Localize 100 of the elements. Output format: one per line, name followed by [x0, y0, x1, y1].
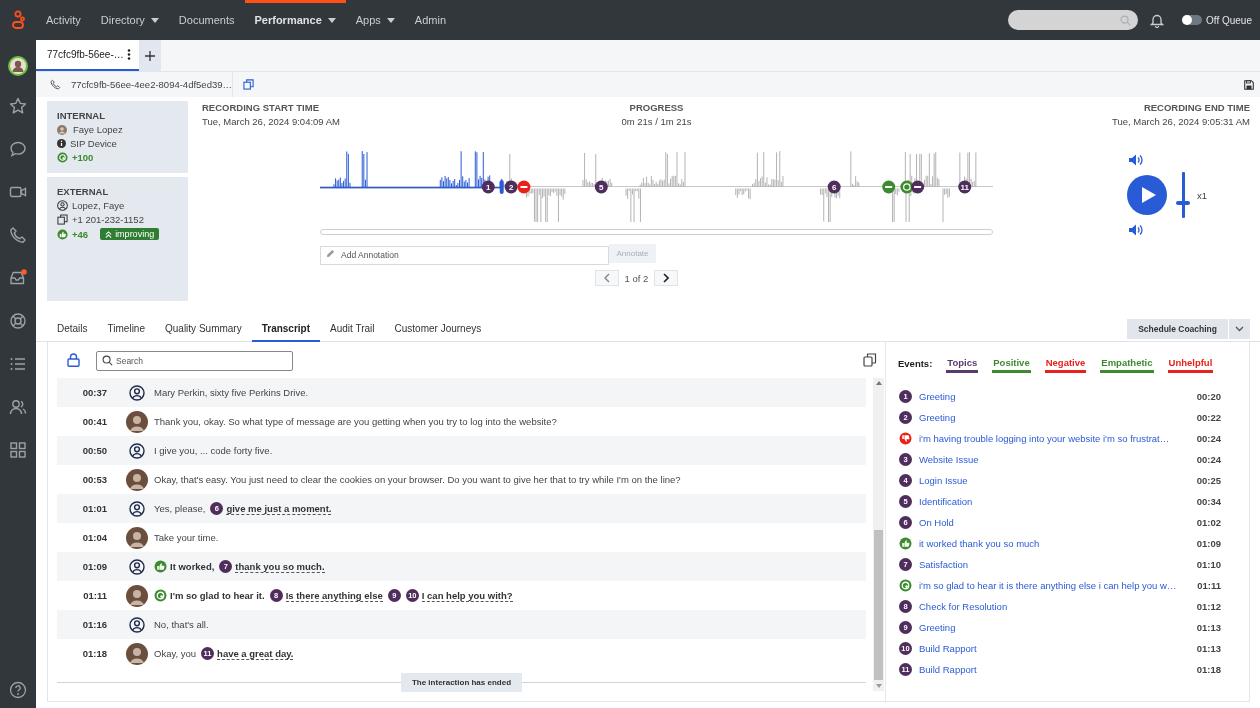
event-link[interactable]: Build Rapport — [919, 664, 977, 675]
nav-menu-item[interactable]: Apps — [345, 0, 405, 40]
scroll-down-icon[interactable] — [875, 684, 882, 688]
event-link[interactable]: Greeting — [919, 391, 956, 402]
inbox-icon[interactable] — [9, 268, 27, 287]
detail-tab[interactable]: Timeline — [97, 323, 155, 342]
chat-icon[interactable] — [9, 139, 27, 158]
play-button[interactable] — [1127, 175, 1167, 215]
slider-thumb[interactable] — [1176, 200, 1190, 205]
empathy-icon — [899, 579, 912, 592]
annotation-field[interactable]: Add Annotation — [320, 245, 609, 265]
utterance-text: Take your time. — [154, 532, 219, 543]
nav-menu-item[interactable]: Admin — [404, 0, 457, 40]
scroll-up-icon[interactable] — [875, 381, 882, 385]
copy-icon[interactable] — [863, 353, 877, 367]
transcript-search-field[interactable]: Search — [96, 351, 293, 371]
positive-marker-icon[interactable] — [882, 180, 896, 194]
copy-icon[interactable] — [243, 79, 254, 90]
event-link[interactable]: Check for Resolution — [919, 601, 1008, 612]
grouped-marker-icon[interactable] — [911, 180, 925, 194]
topic-phrase[interactable]: give me just a moment. — [226, 502, 332, 515]
negative-marker-icon[interactable] — [517, 180, 531, 194]
user-avatar[interactable] — [8, 56, 28, 76]
event-filter[interactable]: Empathetic — [1100, 352, 1154, 373]
event-link[interactable]: Greeting — [919, 622, 956, 633]
empathetic-phrase[interactable]: I'm so glad to hear it. — [170, 590, 265, 601]
phone-icon[interactable] — [9, 225, 27, 244]
save-icon[interactable] — [1244, 79, 1254, 90]
thumbs-up-icon — [57, 228, 68, 240]
caret-icon — [150, 17, 159, 23]
events-label: Events: — [898, 357, 933, 369]
playhead[interactable] — [499, 180, 504, 194]
notifications-bell-icon[interactable] — [1150, 12, 1165, 28]
search-field[interactable] — [1008, 10, 1139, 30]
timestamp: 00:41 — [81, 416, 107, 427]
event-link[interactable]: Greeting — [919, 412, 956, 423]
phone-icon — [50, 79, 61, 90]
caret-icon — [327, 17, 336, 23]
positive-phrase[interactable]: It worked, — [170, 561, 215, 572]
detail-tab[interactable]: Customer Journeys — [384, 323, 492, 342]
new-tab-button[interactable] — [139, 40, 161, 71]
people-icon[interactable] — [9, 397, 27, 416]
volume-icon[interactable] — [1129, 154, 1144, 166]
timestamp: 01:16 — [81, 619, 107, 630]
participant-heading: INTERNAL — [57, 110, 107, 121]
topic-phrase[interactable]: have a great day. — [217, 647, 294, 660]
apps-grid-icon[interactable] — [9, 440, 27, 459]
event-link[interactable]: Identification — [919, 496, 973, 507]
nav-menu-item[interactable]: Documents — [168, 0, 245, 40]
nav-menu-item[interactable]: Activity — [36, 0, 91, 40]
sentiment-score: +46 — [72, 228, 89, 240]
event-link[interactable]: Build Rapport — [919, 643, 977, 654]
help-icon[interactable] — [9, 681, 27, 699]
detail-tab[interactable]: Details — [47, 323, 98, 342]
event-link[interactable]: Satisfaction — [919, 559, 969, 570]
pencil-icon — [326, 249, 335, 258]
event-time: 01:11 — [1197, 580, 1221, 591]
empathy-marker-icon[interactable] — [900, 180, 914, 194]
star-icon[interactable] — [9, 96, 27, 115]
event-link[interactable]: i'm so glad to hear it is there anything else i can help you w… — [919, 580, 1177, 591]
dropdown-button[interactable] — [1229, 318, 1250, 339]
topic-marker[interactable]: 5 — [594, 180, 608, 194]
event-filter[interactable]: Topics — [946, 352, 979, 373]
detail-tab[interactable]: Transcript — [251, 323, 321, 342]
nav-menu-item[interactable]: Directory — [90, 0, 169, 40]
scrollbar-thumb[interactable] — [874, 530, 883, 680]
progress-track[interactable] — [320, 229, 993, 235]
lock-icon[interactable] — [67, 353, 80, 367]
scrollbar[interactable] — [873, 378, 884, 691]
schedule-coaching-button[interactable]: Schedule Coaching — [1127, 318, 1228, 339]
more-icon[interactable] — [127, 49, 131, 60]
document-tab[interactable]: 77cfc9fb-56ee-… — [36, 40, 139, 71]
queue-toggle[interactable] — [1182, 15, 1203, 25]
event-link[interactable]: Website Issue — [919, 454, 979, 465]
customer-icon — [129, 442, 145, 459]
next-page-button[interactable] — [654, 270, 679, 286]
topic-marker[interactable]: 2 — [504, 180, 518, 194]
event-filter[interactable]: Positive — [992, 352, 1031, 373]
detail-tab[interactable]: Audit Trail — [320, 323, 385, 342]
topic-phrase[interactable]: thank you so much. — [235, 560, 325, 573]
logo-icon[interactable] — [11, 10, 25, 30]
volume-icon[interactable] — [1129, 224, 1144, 236]
detail-tab[interactable]: Quality Summary — [155, 323, 252, 342]
topic-marker[interactable]: 6 — [827, 180, 841, 194]
event-filter[interactable]: Negative — [1044, 352, 1087, 373]
event-link[interactable]: it worked thank you so much — [919, 538, 1040, 549]
topic-phrase[interactable]: I can help you with? — [421, 589, 513, 602]
event-link[interactable]: Login Issue — [919, 475, 968, 486]
progress-time: 0m 21s / 1m 21s — [621, 116, 692, 127]
event-filter[interactable]: Unhelpful — [1167, 352, 1214, 373]
empathy-icon — [154, 589, 167, 602]
topic-marker[interactable]: 1 — [481, 180, 495, 194]
event-link[interactable]: On Hold — [919, 517, 954, 528]
timestamp: 01:18 — [81, 648, 107, 659]
lifebuoy-icon[interactable] — [9, 311, 27, 330]
speed-slider-track[interactable] — [1175, 172, 1191, 218]
event-link[interactable]: i'm having trouble logging into your website i'm so frustrat… — [919, 433, 1170, 444]
topic-phrase[interactable]: Is there anything else — [285, 589, 383, 602]
topic-marker[interactable]: 11 — [958, 180, 972, 194]
copy-icon[interactable] — [57, 214, 68, 225]
